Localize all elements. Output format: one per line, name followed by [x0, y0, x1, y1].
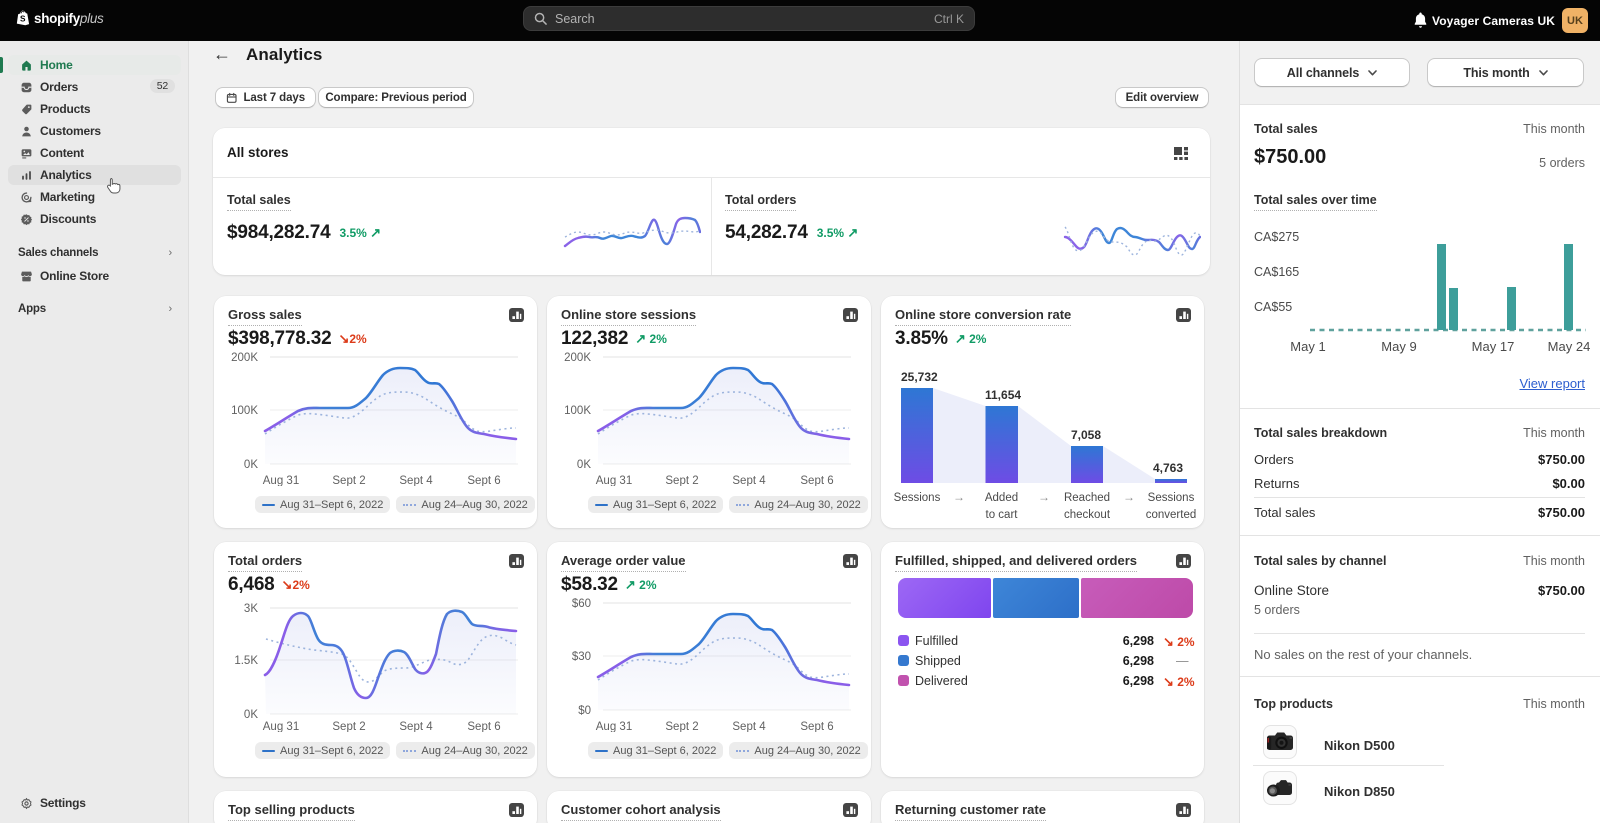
svg-text:0K: 0K: [244, 709, 258, 721]
svg-text:$30: $30: [572, 651, 591, 663]
svg-text:200K: 200K: [564, 352, 591, 364]
svg-text:CA$165: CA$165: [1254, 265, 1299, 279]
svg-text:CA$55: CA$55: [1254, 300, 1292, 314]
svg-text:to cart: to cart: [986, 509, 1019, 521]
svg-text:CA$275: CA$275: [1254, 230, 1299, 244]
svg-text:Reached: Reached: [1064, 492, 1110, 504]
svg-text:May 9: May 9: [1381, 339, 1416, 354]
svg-text:Sept 2: Sept 2: [332, 721, 365, 732]
svg-text:Sessions: Sessions: [1148, 492, 1195, 504]
svg-text:Sept 2: Sept 2: [332, 475, 365, 486]
svg-text:May 17: May 17: [1472, 339, 1515, 354]
svg-text:converted: converted: [1146, 509, 1197, 521]
svg-text:200K: 200K: [231, 352, 258, 364]
svg-text:Aug 31: Aug 31: [263, 721, 299, 732]
svg-text:May 1: May 1: [1290, 339, 1325, 354]
svg-text:100K: 100K: [231, 405, 258, 417]
svg-text:$60: $60: [572, 598, 591, 610]
svg-text:→: →: [953, 490, 965, 504]
svg-text:4,763: 4,763: [1153, 461, 1183, 475]
svg-text:100K: 100K: [564, 405, 591, 417]
svg-text:Aug 31: Aug 31: [596, 721, 632, 732]
svg-text:7,058: 7,058: [1071, 428, 1101, 442]
svg-text:1.5K: 1.5K: [234, 655, 258, 667]
svg-text:Added: Added: [985, 492, 1018, 504]
svg-text:$0: $0: [578, 705, 591, 717]
svg-text:Sept 4: Sept 4: [399, 721, 433, 732]
svg-text:3K: 3K: [244, 603, 258, 615]
svg-text:Sept 6: Sept 6: [467, 475, 500, 486]
svg-text:→: →: [1123, 490, 1135, 504]
svg-text:Sept 2: Sept 2: [665, 475, 698, 486]
svg-text:Sessions: Sessions: [894, 492, 941, 504]
svg-text:S: S: [20, 15, 26, 24]
svg-text:Sept 6: Sept 6: [800, 475, 833, 486]
svg-text:Sept 4: Sept 4: [732, 475, 766, 486]
svg-text:Sept 4: Sept 4: [399, 475, 433, 486]
svg-text:0K: 0K: [577, 459, 591, 471]
svg-text:Aug 31: Aug 31: [263, 475, 299, 486]
svg-text:Sept 2: Sept 2: [665, 721, 698, 732]
svg-text:→: →: [1038, 490, 1050, 504]
svg-text:25,732: 25,732: [901, 370, 938, 384]
svg-text:11,654: 11,654: [985, 388, 1021, 402]
svg-text:Aug 31: Aug 31: [596, 475, 632, 486]
svg-text:Sept 4: Sept 4: [732, 721, 766, 732]
svg-text:Sept 6: Sept 6: [800, 721, 833, 732]
svg-text:0K: 0K: [244, 459, 258, 471]
svg-text:checkout: checkout: [1064, 509, 1111, 521]
svg-text:May 24: May 24: [1548, 339, 1590, 354]
svg-text:Sept 6: Sept 6: [467, 721, 500, 732]
